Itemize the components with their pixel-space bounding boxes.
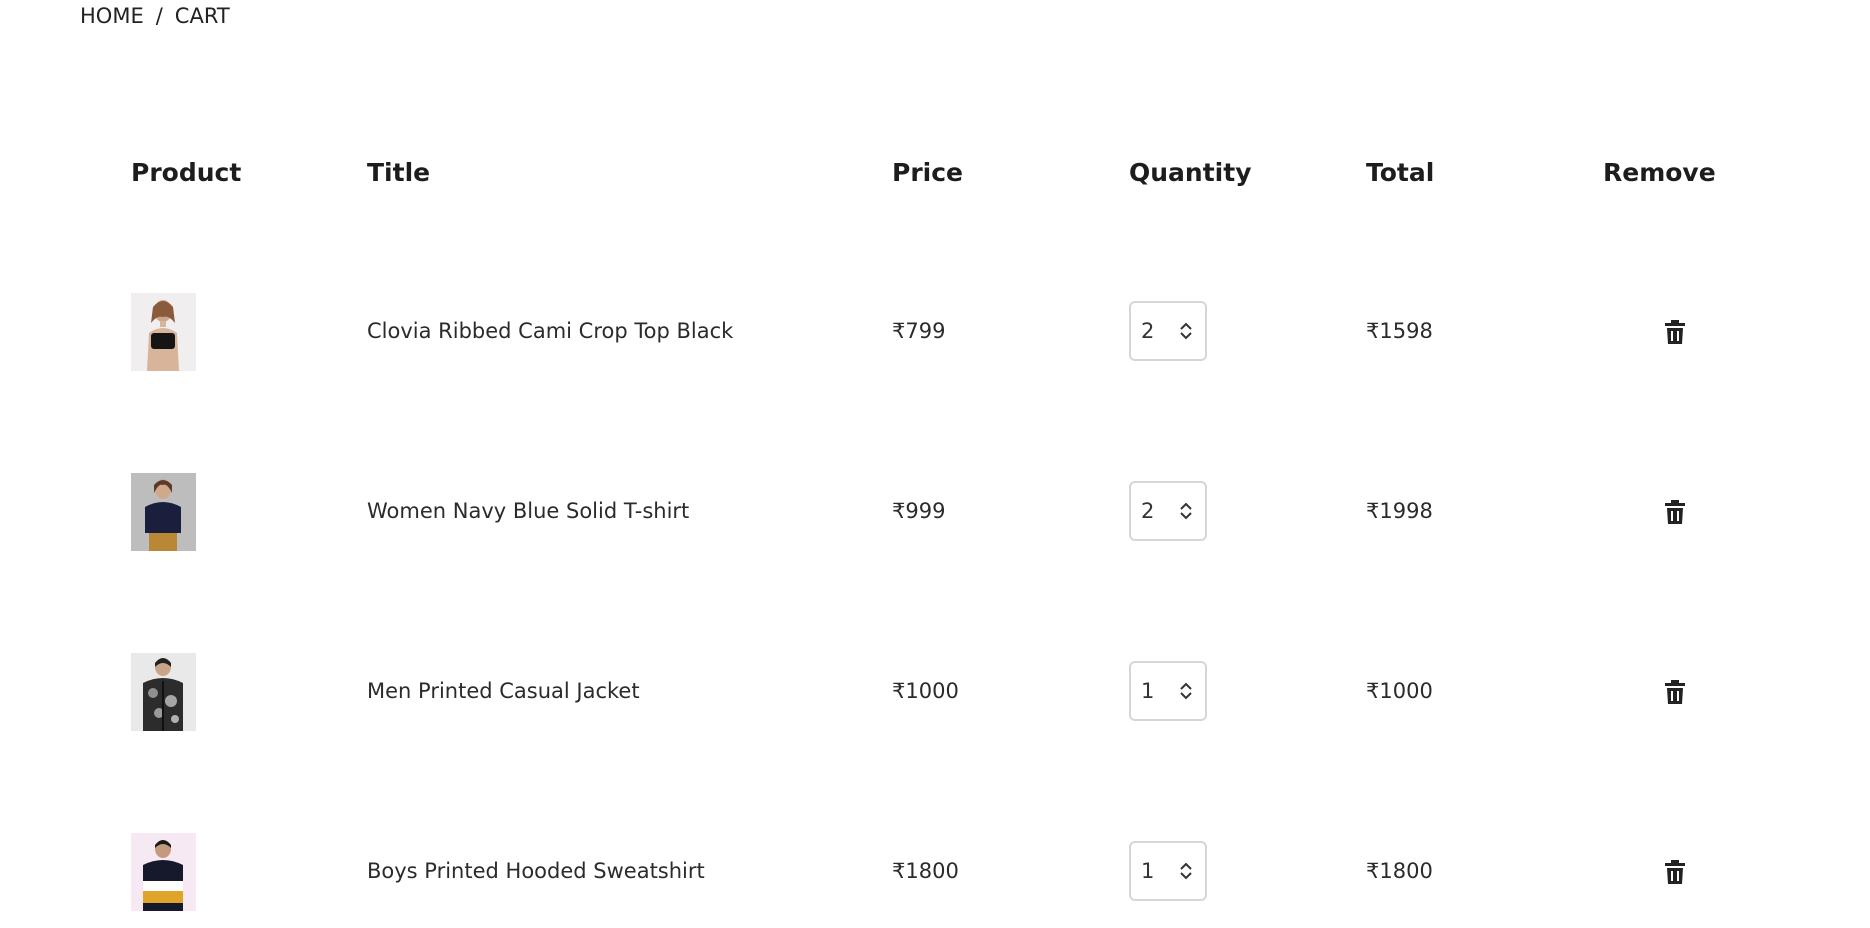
- breadcrumb-home-link[interactable]: HOME: [80, 4, 144, 28]
- chevron-up-icon[interactable]: [1179, 321, 1193, 331]
- product-price: ₹1800: [892, 859, 959, 883]
- header-product: Product: [131, 158, 242, 187]
- quantity-stepper[interactable]: 2: [1129, 481, 1207, 541]
- header-price: Price: [892, 158, 963, 187]
- trash-icon[interactable]: [1663, 319, 1687, 345]
- chevron-down-icon[interactable]: [1179, 331, 1193, 341]
- product-total: ₹1598: [1366, 319, 1433, 343]
- product-image: [131, 833, 196, 911]
- product-image: [131, 293, 196, 371]
- product-price: ₹999: [892, 499, 946, 523]
- product-total: ₹1800: [1366, 859, 1433, 883]
- table-row: Men Printed Casual Jacket ₹1000 1 ₹1000: [131, 653, 1731, 733]
- product-total: ₹1000: [1366, 679, 1433, 703]
- product-price: ₹1000: [892, 679, 959, 703]
- product-title[interactable]: Boys Printed Hooded Sweatshirt: [367, 859, 705, 883]
- cart-table-header: Product Title Price Quantity Total Remov…: [131, 140, 1731, 200]
- chevron-up-icon[interactable]: [1179, 861, 1193, 871]
- product-title[interactable]: Women Navy Blue Solid T-shirt: [367, 499, 689, 523]
- chevron-down-icon[interactable]: [1179, 871, 1193, 881]
- trash-icon[interactable]: [1663, 679, 1687, 705]
- product-image: [131, 653, 196, 731]
- product-image: [131, 473, 196, 551]
- chevron-down-icon[interactable]: [1179, 511, 1193, 521]
- product-total: ₹1998: [1366, 499, 1433, 523]
- quantity-stepper[interactable]: 2: [1129, 301, 1207, 361]
- trash-icon[interactable]: [1663, 499, 1687, 525]
- table-row: Women Navy Blue Solid T-shirt ₹999 2 ₹19…: [131, 473, 1731, 553]
- chevron-down-icon[interactable]: [1179, 691, 1193, 701]
- header-quantity: Quantity: [1129, 158, 1252, 187]
- table-row: Boys Printed Hooded Sweatshirt ₹1800 1 ₹…: [131, 833, 1731, 913]
- chevron-up-icon[interactable]: [1179, 681, 1193, 691]
- quantity-value[interactable]: 2: [1141, 499, 1179, 523]
- table-row: Clovia Ribbed Cami Crop Top Black ₹799 2…: [131, 293, 1731, 373]
- header-title: Title: [367, 158, 431, 187]
- quantity-stepper[interactable]: 1: [1129, 841, 1207, 901]
- quantity-value[interactable]: 2: [1141, 319, 1179, 343]
- product-title[interactable]: Clovia Ribbed Cami Crop Top Black: [367, 319, 733, 343]
- product-title[interactable]: Men Printed Casual Jacket: [367, 679, 640, 703]
- breadcrumb-current: CART: [174, 4, 230, 28]
- header-remove: Remove: [1603, 158, 1716, 187]
- breadcrumb-separator: /: [155, 4, 163, 28]
- cart-table: Product Title Price Quantity Total Remov…: [131, 140, 1731, 911]
- chevron-up-icon[interactable]: [1179, 501, 1193, 511]
- product-price: ₹799: [892, 319, 946, 343]
- header-total: Total: [1366, 158, 1435, 187]
- quantity-value[interactable]: 1: [1141, 859, 1179, 883]
- quantity-value[interactable]: 1: [1141, 679, 1179, 703]
- breadcrumb: HOME / CART: [80, 4, 230, 28]
- trash-icon[interactable]: [1663, 859, 1687, 885]
- quantity-stepper[interactable]: 1: [1129, 661, 1207, 721]
